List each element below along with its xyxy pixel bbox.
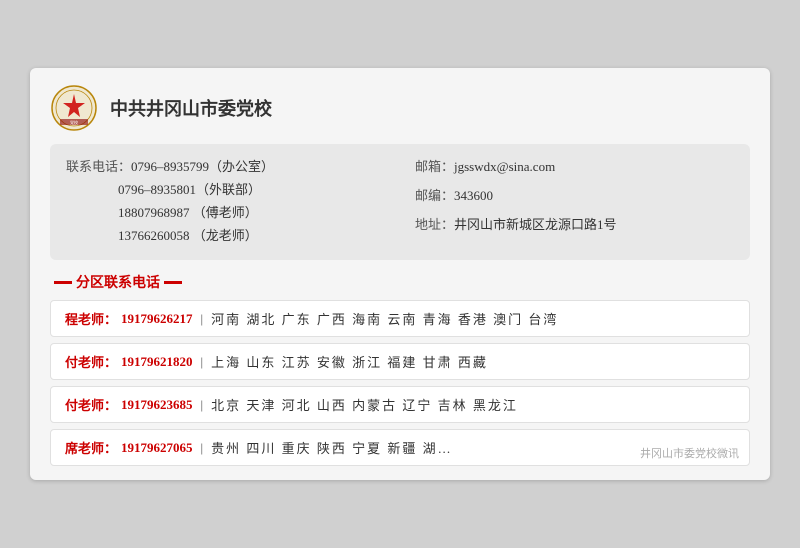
email: jgsswdx@sina.com [454, 159, 555, 175]
phone2: 0796–8935801（外联部） [118, 179, 261, 198]
regions: 北京 天津 河北 山西 内蒙古 辽宁 吉林 黑龙江 [211, 395, 518, 414]
contact-row: 席老师：19179627065 | 贵州 四川 重庆 陕西 宁夏 新疆 湖… 井冈山市… [50, 429, 750, 466]
teacher-name: 席老师： [65, 438, 117, 457]
teacher-name: 付老师： [65, 395, 117, 414]
phone-row-1: 联系电话： 0796–8935799（办公室） [66, 156, 385, 175]
contact-row: 程老师：19179626217 | 河南 湖北 广东 广西 海南 云南 青海 香港 … [50, 300, 750, 337]
info-section: 联系电话： 0796–8935799（办公室） 0796–8935801（外联部… [50, 144, 750, 260]
phone1: 0796–8935799（办公室） [131, 156, 274, 175]
main-card: 党校 中共井冈山市委党校 联系电话： 0796–8935799（办公室） 079… [30, 68, 770, 480]
address-row: 地址： 井冈山市新城区龙源口路1号 [415, 214, 734, 233]
phone-row-2: 0796–8935801（外联部） [66, 179, 385, 198]
phone4: 13766260058 （龙老师） [118, 225, 258, 244]
title-line-left [54, 281, 72, 284]
logo-icon: 党校 [50, 84, 98, 132]
section-title: 分区联系电话 [50, 272, 750, 292]
phone3: 18807968987 （傅老师） [118, 202, 258, 221]
regions: 河南 湖北 广东 广西 海南 云南 青海 香港 澳门 台湾 [211, 309, 558, 328]
email-row: 邮箱： jgsswdx@sina.com [415, 156, 734, 175]
regions: 上海 山东 江苏 安徽 浙江 福建 甘肃 西藏 [211, 352, 488, 371]
separator: | [201, 311, 204, 327]
contact-row: 付老师：19179623685 | 北京 天津 河北 山西 内蒙古 辽宁 吉林 黑龙… [50, 386, 750, 423]
teacher-name: 程老师： [65, 309, 117, 328]
postcode: 343600 [454, 188, 493, 204]
postcode-label: 邮编： [415, 185, 454, 204]
phone-label: 联系电话： [66, 156, 131, 175]
contact-row: 付老师：19179621820 | 上海 山东 江苏 安徽 浙江 福建 甘肃 西藏 [50, 343, 750, 380]
info-right: 邮箱： jgsswdx@sina.com 邮编： 343600 地址： 井冈山市… [415, 156, 734, 248]
contact-blocks: 程老师：19179626217 | 河南 湖北 广东 广西 海南 云南 青海 香港 … [50, 300, 750, 466]
header: 党校 中共井冈山市委党校 [50, 84, 750, 132]
title-line-right [164, 281, 182, 284]
phone-row-4: 13766260058 （龙老师） [66, 225, 385, 244]
address-label: 地址： [415, 214, 454, 233]
teacher-phone: 19179621820 [121, 354, 193, 370]
address: 井冈山市新城区龙源口路1号 [454, 214, 617, 233]
separator: | [201, 354, 204, 370]
org-name: 中共井冈山市委党校 [110, 95, 272, 121]
phone-row-3: 18807968987 （傅老师） [66, 202, 385, 221]
postcode-row: 邮编： 343600 [415, 185, 734, 204]
teacher-name: 付老师： [65, 352, 117, 371]
watermark: 井冈山市委党校微讯 [640, 445, 739, 461]
teacher-phone: 19179626217 [121, 311, 193, 327]
regions: 贵州 四川 重庆 陕西 宁夏 新疆 湖… [211, 438, 453, 457]
svg-text:党校: 党校 [70, 119, 78, 125]
teacher-phone: 19179627065 [121, 440, 193, 456]
section-title-text: 分区联系电话 [76, 272, 160, 292]
separator: | [201, 440, 204, 456]
separator: | [201, 397, 204, 413]
info-left: 联系电话： 0796–8935799（办公室） 0796–8935801（外联部… [66, 156, 385, 248]
email-label: 邮箱： [415, 156, 454, 175]
teacher-phone: 19179623685 [121, 397, 193, 413]
